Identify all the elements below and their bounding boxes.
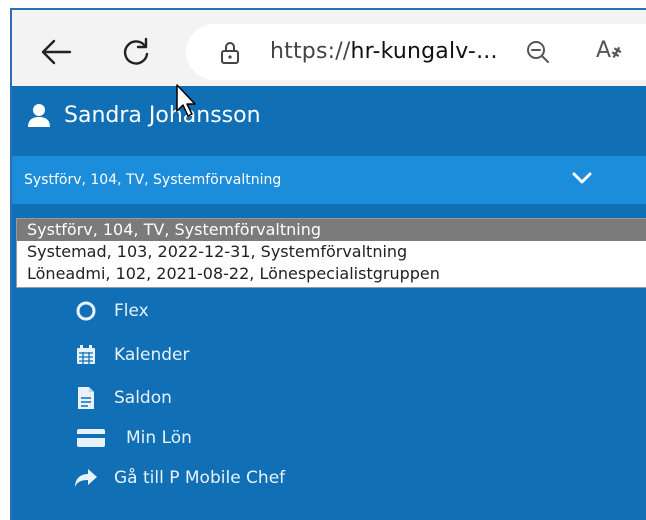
arrow-left-icon — [41, 39, 72, 65]
app-panel: Sandra Johansson Systförv, 104, TV, Syst… — [12, 86, 646, 520]
chevron-down-icon[interactable] — [572, 171, 592, 185]
assignment-option[interactable]: Systförv, 104, TV, Systemförvaltning — [17, 219, 646, 241]
menu-item-label: Kalender — [114, 345, 190, 365]
zoom-out-icon[interactable] — [526, 40, 550, 64]
assignment-select[interactable]: Systförv, 104, TV, Systemförvaltning — [12, 156, 646, 204]
assignment-option[interactable]: Löneadmi, 102, 2021-08-22, Lönespecialis… — [17, 263, 646, 285]
menu-item-label: Gå till P Mobile Chef — [114, 468, 286, 488]
document-icon — [72, 386, 100, 410]
menu-item-label: Flex — [114, 301, 149, 321]
user-name: Sandra Johansson — [64, 102, 261, 128]
calendar-icon — [72, 344, 100, 366]
user-icon — [28, 104, 50, 127]
url-host: hr-kungalv-... — [350, 39, 498, 64]
url-text[interactable]: https://hr-kungalv-... — [270, 39, 498, 64]
browser-window: https://hr-kungalv-... A҂ Sandra Johanss… — [10, 8, 646, 520]
clock-icon — [72, 300, 100, 322]
lock-icon — [221, 42, 239, 64]
menu-item-flex[interactable]: Flex — [72, 300, 149, 322]
menu-item-saldon[interactable]: Saldon — [72, 386, 172, 410]
assignment-select-value: Systförv, 104, TV, Systemförvaltning — [24, 172, 282, 188]
address-bar[interactable]: https://hr-kungalv-... A҂ — [186, 24, 646, 80]
reload-button[interactable] — [116, 32, 156, 72]
menu-item-p-mobile-chef[interactable]: Gå till P Mobile Chef — [72, 468, 285, 488]
menu-item-label: Min Lön — [126, 428, 192, 448]
menu-item-label: Saldon — [114, 388, 172, 408]
back-button[interactable] — [36, 32, 76, 72]
url-scheme: https:// — [270, 39, 351, 64]
mouse-cursor-icon — [176, 84, 196, 117]
user-header: Sandra Johansson — [28, 100, 261, 130]
read-aloud-icon[interactable]: A҂ — [596, 38, 622, 63]
browser-toolbar: https://hr-kungalv-... A҂ — [12, 10, 646, 86]
assignment-dropdown-list: Systförv, 104, TV, Systemförvaltning Sys… — [16, 218, 646, 288]
credit-card-icon — [74, 428, 108, 448]
assignment-option[interactable]: Systemad, 103, 2022-12-31, Systemförvalt… — [17, 241, 646, 263]
reload-icon — [123, 37, 149, 65]
menu-item-kalender[interactable]: Kalender — [72, 344, 189, 366]
share-arrow-icon — [72, 468, 100, 488]
menu-item-min-lon[interactable]: Min Lön — [72, 428, 192, 448]
